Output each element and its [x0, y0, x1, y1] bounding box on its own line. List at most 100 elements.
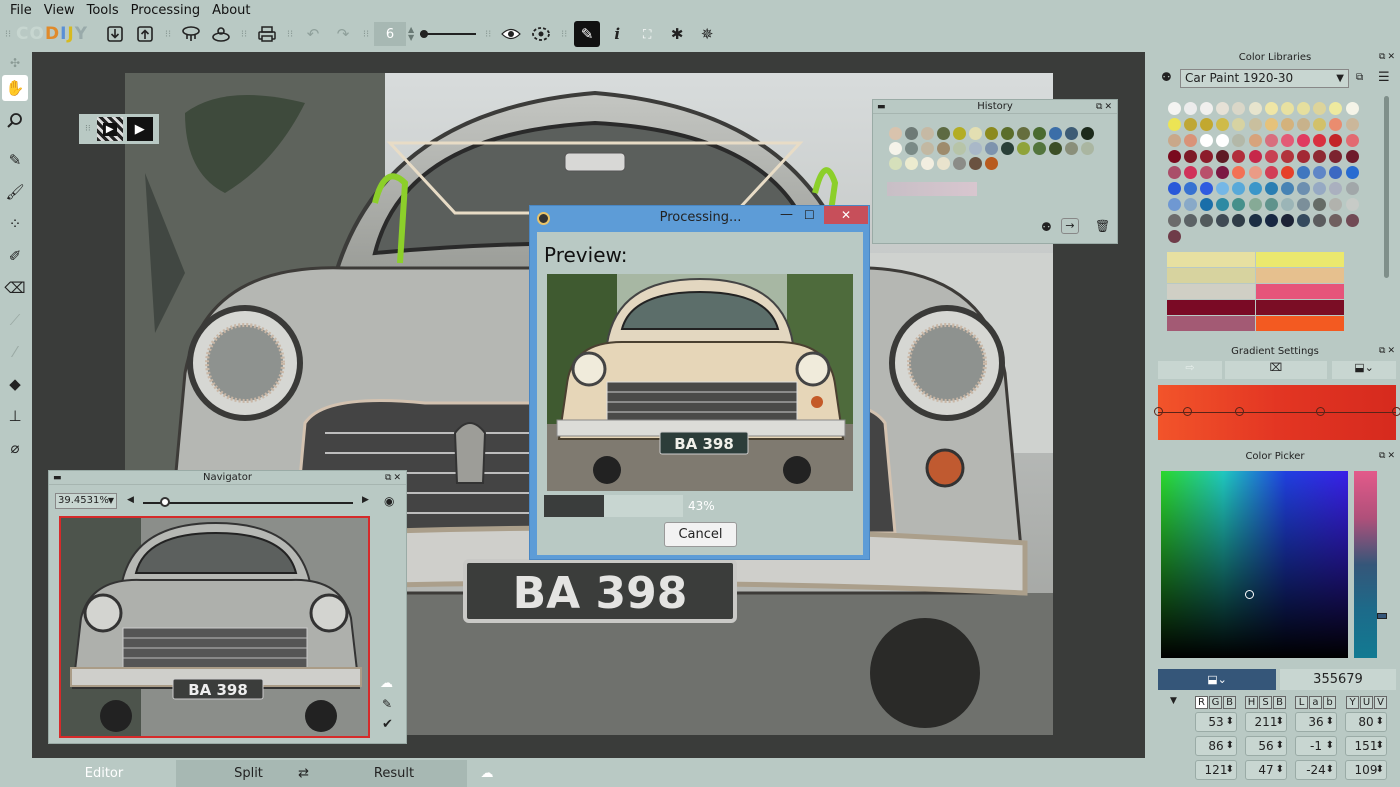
library-swatch[interactable]	[1216, 149, 1230, 163]
redo-icon[interactable]: ↷	[330, 21, 356, 47]
library-swatch[interactable]	[1199, 165, 1213, 179]
trash-icon[interactable]: 🗑	[1095, 219, 1110, 233]
library-swatch[interactable]	[1232, 213, 1246, 227]
gradient-stop[interactable]	[1154, 407, 1163, 416]
copy-icon[interactable]: ⧉	[1356, 72, 1363, 83]
print-icon[interactable]	[254, 21, 280, 47]
library-swatch[interactable]	[1313, 181, 1327, 195]
history-swatch[interactable]	[1032, 142, 1046, 155]
library-swatch[interactable]	[1297, 149, 1311, 163]
list-icon[interactable]: ☰	[1378, 70, 1390, 85]
history-swatch[interactable]	[888, 142, 902, 155]
brush-size-field[interactable]: 6	[374, 22, 407, 46]
library-gradient-swatch[interactable]	[1256, 252, 1344, 267]
library-swatch[interactable]	[1297, 101, 1311, 115]
library-gradient-swatch[interactable]	[1167, 316, 1255, 331]
history-swatch[interactable]	[1080, 142, 1094, 155]
color-value-spinner[interactable]: 80 ⬍	[1345, 712, 1387, 732]
stepper-arrows-icon[interactable]: ⬍	[1276, 761, 1284, 779]
pen-tool-icon[interactable]: ✐	[2, 243, 28, 269]
library-swatch[interactable]	[1232, 197, 1246, 211]
library-swatch[interactable]	[1183, 101, 1197, 115]
library-gradient-swatch[interactable]	[1256, 284, 1344, 299]
history-swatch[interactable]	[1048, 127, 1062, 140]
library-swatch[interactable]	[1313, 117, 1327, 131]
menu-tools[interactable]: Tools	[81, 3, 125, 18]
hue-slider[interactable]	[1354, 471, 1387, 658]
library-swatch[interactable]	[1297, 165, 1311, 179]
library-swatch[interactable]	[1199, 213, 1213, 227]
library-swatch[interactable]	[1313, 213, 1327, 227]
history-swatch[interactable]	[920, 127, 934, 140]
brush-size-slider[interactable]	[420, 27, 477, 41]
color-value-spinner[interactable]: 109 ⬍	[1345, 760, 1387, 780]
library-swatch[interactable]	[1264, 149, 1278, 163]
color-value-spinner[interactable]: 121 ⬍	[1195, 760, 1237, 780]
library-swatch[interactable]	[1248, 117, 1262, 131]
library-swatch[interactable]	[1199, 117, 1213, 131]
play-icon[interactable]: ▶	[126, 117, 153, 141]
swap-icon[interactable]: ⇄	[298, 766, 309, 781]
dots-icon[interactable]: ⁘	[2, 211, 28, 237]
search-icon[interactable]	[2, 107, 28, 133]
library-gradient-row[interactable]	[1167, 284, 1345, 299]
library-swatch[interactable]	[1216, 213, 1230, 227]
gradient-stop[interactable]	[1315, 407, 1325, 416]
color-value-spinner[interactable]: 56 ⬍	[1245, 736, 1287, 756]
library-swatch[interactable]	[1167, 197, 1181, 211]
stepper-arrows-icon[interactable]: ⬍	[1276, 737, 1284, 755]
grip-icon[interactable]: ⁝⁝	[85, 124, 91, 134]
library-swatch[interactable]	[1216, 101, 1230, 115]
stepper-arrows-icon[interactable]: ⬍	[1326, 737, 1334, 755]
toolbar-grip-icon[interactable]: ⁝⁝	[484, 24, 492, 44]
library-gradient-swatch[interactable]	[1167, 252, 1255, 267]
library-swatch[interactable]	[1264, 197, 1278, 211]
library-swatch[interactable]	[1167, 229, 1181, 243]
library-swatch[interactable]	[1297, 197, 1311, 211]
cancel-button[interactable]: Cancel	[664, 522, 737, 547]
menu-view[interactable]: View	[38, 3, 81, 18]
library-swatch[interactable]	[1345, 149, 1359, 163]
hint-icon[interactable]: ☁	[467, 760, 507, 787]
forward-icon[interactable]: →	[1061, 218, 1079, 234]
disabled-pen-icon[interactable]: ⁄	[2, 339, 28, 365]
library-swatch[interactable]	[1345, 213, 1359, 227]
library-swatch[interactable]	[1280, 101, 1294, 115]
library-swatch[interactable]	[1232, 165, 1246, 179]
library-swatch[interactable]	[1167, 117, 1181, 131]
library-swatch[interactable]	[1248, 213, 1262, 227]
hand-icon[interactable]: ✋	[2, 75, 28, 101]
gradient-stop[interactable]	[1182, 407, 1192, 416]
undo-icon[interactable]: ↶	[300, 21, 326, 47]
library-swatch[interactable]	[1329, 149, 1343, 163]
history-swatch[interactable]	[904, 142, 918, 155]
color-value-spinner[interactable]: 86 ⬍	[1195, 736, 1237, 756]
striped-play-icon[interactable]: ▶	[96, 117, 123, 141]
toolbar-grip-icon[interactable]: ⁝⁝	[362, 24, 370, 44]
import-icon[interactable]	[102, 21, 128, 47]
library-gradient-swatch[interactable]	[1167, 284, 1255, 299]
library-swatch[interactable]	[1280, 181, 1294, 195]
history-swatch[interactable]	[888, 157, 902, 170]
brush-icon[interactable]: ✎	[2, 147, 28, 173]
minimize-icon[interactable]: —	[780, 207, 793, 222]
gradient-apply-button[interactable]: ⇨	[1158, 361, 1222, 379]
history-swatch[interactable]	[984, 127, 998, 140]
history-swatch[interactable]	[984, 142, 998, 155]
close-icon[interactable]: ⧉✕	[385, 471, 403, 485]
history-swatch[interactable]	[904, 157, 918, 170]
mask-icon[interactable]	[528, 21, 554, 47]
brush-size-stepper[interactable]: ▲ ▼	[408, 26, 414, 42]
library-swatch[interactable]	[1183, 213, 1197, 227]
history-swatch[interactable]	[952, 142, 966, 155]
library-swatch[interactable]	[1297, 117, 1311, 131]
library-swatch[interactable]	[1248, 149, 1262, 163]
stepper-arrows-icon[interactable]: ⬍	[1376, 761, 1384, 779]
mode-hsb[interactable]: HSB	[1245, 694, 1287, 709]
library-swatch[interactable]	[1183, 133, 1197, 147]
history-swatch[interactable]	[1000, 142, 1014, 155]
toolbar-grip-icon[interactable]: ⁝⁝	[164, 24, 172, 44]
fill-icon[interactable]: ◆	[2, 371, 28, 397]
library-swatch[interactable]	[1264, 117, 1278, 131]
mode-lab[interactable]: Lab	[1295, 694, 1337, 709]
